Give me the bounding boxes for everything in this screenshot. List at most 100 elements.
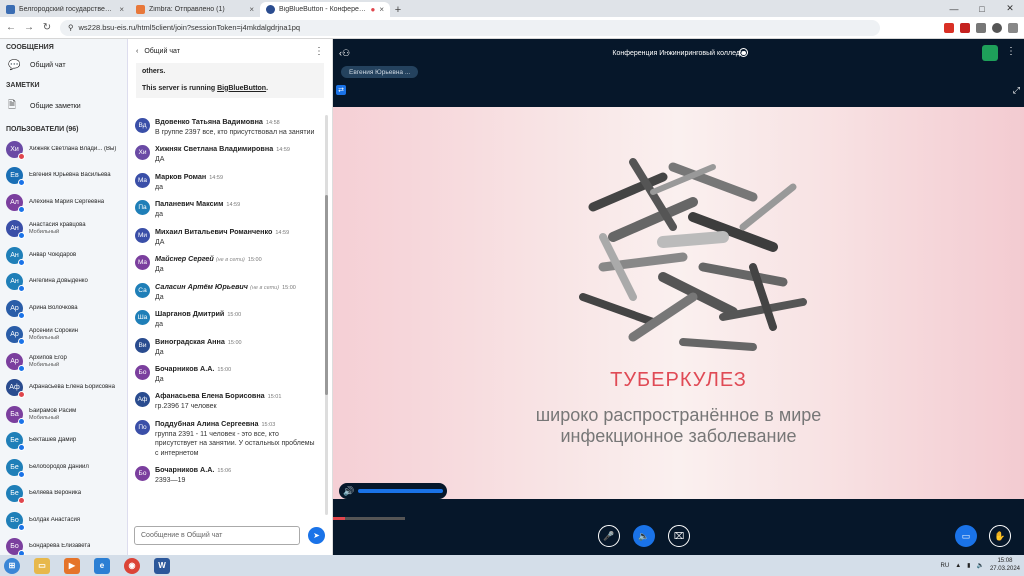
close-window-icon[interactable]: ✕	[996, 3, 1024, 14]
profile-icon[interactable]	[992, 22, 1002, 33]
user-list-item[interactable]: Ан Анастасия кравцова Мобильный	[0, 216, 127, 243]
message-time: 15:01	[267, 394, 282, 401]
more-options-icon[interactable]: ⋮	[1006, 46, 1016, 57]
user-list-item[interactable]: Ба Байрамов Расим Мобильный	[0, 401, 127, 428]
more-options-icon[interactable]: ⋮	[314, 46, 324, 57]
send-message-button[interactable]: ➤	[308, 527, 325, 544]
user-list-item[interactable]: Ар Арина Волочкова	[0, 295, 127, 322]
camera-off-button[interactable]: ⌧	[668, 525, 690, 547]
reload-icon[interactable]: ↻	[42, 22, 52, 33]
language-indicator[interactable]: RU	[941, 563, 950, 569]
browser-tab[interactable]: Белгородский государственны ×	[0, 2, 130, 17]
video-progress-bar[interactable]	[333, 517, 405, 520]
message-avatar: Ша	[135, 310, 150, 326]
user-list-item[interactable]: Бо Болдак Анастасия	[0, 507, 127, 534]
users-section-title: ПОЛЬЗОВАТЕЛИ (96)	[6, 126, 79, 133]
tab-label: Zimbra: Отправлено (1)	[149, 6, 225, 13]
chat-message-input[interactable]: Сообщение в Общий чат	[134, 526, 300, 545]
volume-tray-icon[interactable]: 🔈	[976, 562, 983, 569]
user-list-item[interactable]: Аф Афанасьева Елена Борисовна	[0, 375, 127, 402]
user-list-item[interactable]: Ал Алёхина Мария Сергеевна	[0, 189, 127, 216]
user-list-item[interactable]: Хи Хижняк Светлана Влади... (Вы)	[0, 136, 127, 163]
avatar-initials: Ви	[138, 341, 147, 349]
user-name: Архипов Егор	[29, 354, 67, 361]
media-player-icon[interactable]: ▶	[64, 557, 80, 574]
user-avatar: Ар	[6, 326, 25, 346]
user-list-item[interactable]: Ан Анвар Чоюдаров	[0, 242, 127, 269]
talker-name: Евгения Юрьевна ...	[349, 68, 411, 76]
user-avatar: Бе	[6, 485, 25, 505]
presentation-button[interactable]: ▭	[955, 525, 977, 547]
user-list-item[interactable]: Ар Арсений Сорокин Мобильный	[0, 322, 127, 349]
message-author: Хижняк Светлана Владимировна	[155, 144, 274, 154]
shared-notes-item[interactable]: 🗎 Общие заметки	[0, 92, 127, 121]
menu-icon[interactable]	[1008, 22, 1018, 33]
word-icon[interactable]: W	[154, 557, 170, 574]
tray-arrow-icon[interactable]: ▲	[955, 563, 961, 569]
raise-hand-button[interactable]: ✋	[989, 525, 1011, 547]
back-icon[interactable]: ←	[6, 22, 16, 33]
maximize-icon[interactable]: □	[968, 4, 996, 14]
internet-explorer-icon[interactable]: e	[94, 557, 110, 574]
volume-slider[interactable]: 🔊	[339, 483, 447, 499]
volume-track[interactable]	[358, 489, 443, 493]
user-list-item[interactable]: Бе Бекташев Дамир	[0, 428, 127, 455]
user-list-toggle-icon[interactable]: ‹⚇	[339, 48, 350, 59]
puzzle-icon[interactable]	[976, 22, 986, 33]
browser-tab-active[interactable]: BigBlueButton - Конферен... ● ×	[260, 2, 390, 17]
presentation-toggle-icon[interactable]: ⇄	[336, 85, 346, 95]
user-list-item[interactable]: Бе Беляева Вероника	[0, 481, 127, 508]
user-device-label: Мобильный	[29, 361, 60, 368]
user-list-item[interactable]: Ан Ангелина Довыденко	[0, 269, 127, 296]
mute-microphone-button[interactable]: 🎤	[598, 525, 620, 547]
message-author: Шарганов Дмитрий	[155, 309, 225, 319]
close-tab-icon[interactable]: ×	[119, 5, 124, 14]
close-tab-icon[interactable]: ×	[249, 5, 254, 14]
message-text: да	[155, 321, 163, 329]
message-time: 15:00	[282, 284, 296, 291]
message-time: 14:59	[209, 174, 224, 181]
user-list-item[interactable]: Бе Белобородов Даниил	[0, 454, 127, 481]
start-button-icon[interactable]: ⊞	[4, 557, 20, 574]
message-time: 15:00	[227, 339, 242, 346]
message-avatar: Бо	[135, 364, 150, 380]
system-clock[interactable]: 15:08 27.03.2024	[990, 558, 1020, 572]
chat-scrollbar[interactable]	[325, 115, 328, 515]
recording-status-icon[interactable]	[739, 48, 748, 57]
user-name: Хижняк Светлана Влади... (Вы)	[29, 145, 117, 152]
extension-icon[interactable]	[944, 22, 954, 33]
user-list-item[interactable]: Ев Евгения Юрьевна Васильева	[0, 163, 127, 190]
connection-status-icon[interactable]	[982, 45, 998, 61]
audio-button[interactable]: 🔈	[633, 525, 655, 547]
browser-tab[interactable]: Zimbra: Отправлено (1) ×	[130, 2, 260, 17]
user-avatar: Ал	[6, 193, 25, 213]
site-info-icon[interactable]: ⚲	[68, 23, 74, 32]
bigbluebutton-link[interactable]: BigBlueButton	[217, 85, 266, 92]
forward-icon[interactable]: →	[24, 22, 34, 33]
fullscreen-icon[interactable]: ⤢	[1013, 85, 1020, 96]
avatar-initials: Бо	[10, 516, 19, 524]
extension-icon[interactable]	[960, 22, 970, 33]
chat-message: Ма Марков Роман 14:59 да	[128, 170, 323, 194]
user-list-item[interactable]: Бо Бондарева Елизавета	[0, 534, 127, 555]
chrome-icon[interactable]: ◉	[124, 557, 140, 574]
file-explorer-icon[interactable]: ▭	[34, 557, 50, 574]
message-avatar: Са	[135, 282, 150, 298]
close-tab-icon[interactable]: ×	[379, 5, 384, 14]
clock-date: 27.03.2024	[989, 565, 1020, 572]
public-chat-item[interactable]: 💬 Общий чат	[0, 54, 127, 77]
network-icon[interactable]: ▮	[967, 562, 970, 569]
action-bar: 🎤 🔈 ⌧ ▭ ✋	[333, 523, 1024, 555]
minimize-icon[interactable]: —	[940, 4, 968, 14]
chevron-left-icon[interactable]: ‹	[136, 48, 138, 55]
new-tab-button[interactable]: +	[390, 2, 406, 17]
url-field[interactable]: ⚲ ws228.bsu-eis.ru/html5client/join?sess…	[60, 19, 880, 36]
message-time: 14:59	[226, 202, 241, 209]
avatar-initials: Бе	[10, 463, 19, 471]
zimbra-favicon-icon	[136, 5, 145, 14]
user-list-item[interactable]: Ар Архипов Егор Мобильный	[0, 348, 127, 375]
message-author: Бочарников А.А.	[155, 465, 215, 475]
message-author: Михаил Витальевич Романченко	[155, 226, 273, 236]
speaker-icon[interactable]: 🔊	[343, 486, 354, 497]
user-status-icon	[18, 523, 25, 531]
